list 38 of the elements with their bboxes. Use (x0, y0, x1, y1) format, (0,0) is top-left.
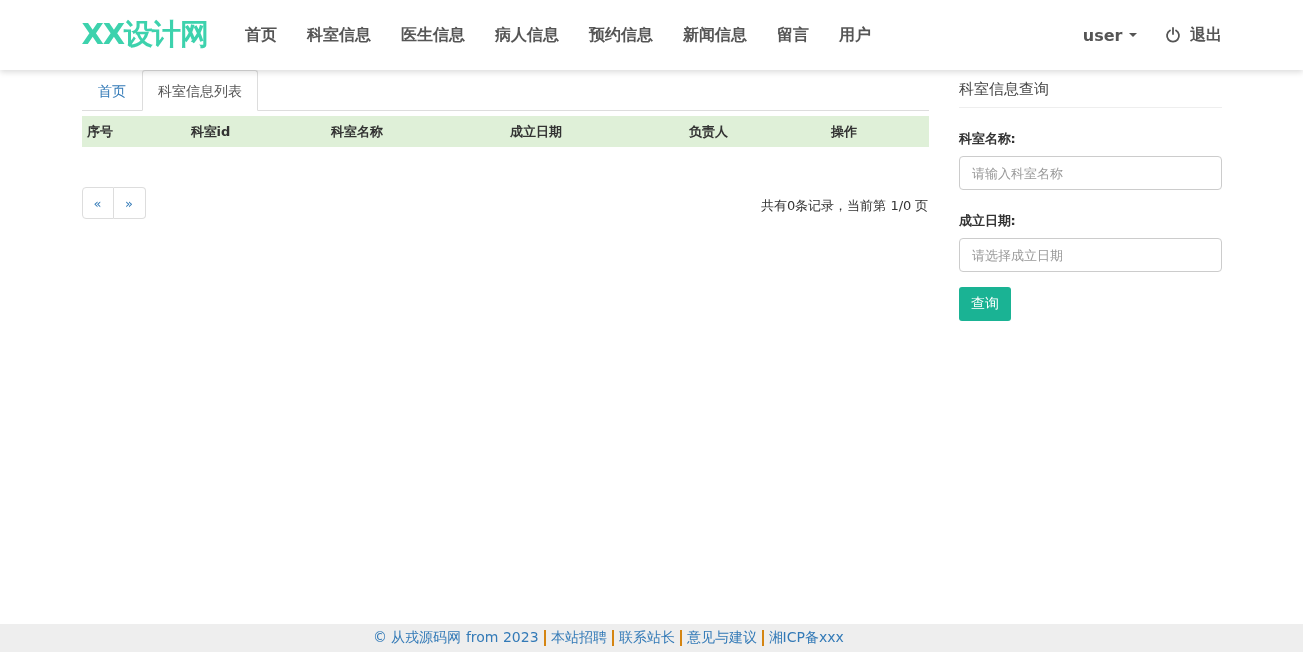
column-header: 成立日期 (509, 122, 563, 141)
separator (543, 630, 546, 646)
column-header: 科室名称 (330, 122, 384, 141)
separator (761, 630, 764, 646)
nav-link[interactable]: 首页 (230, 24, 293, 46)
footer-link[interactable]: © 从戎源码网 from 2023 (373, 629, 539, 647)
caret-icon (1128, 33, 1137, 37)
nav-link[interactable]: 用户 (824, 24, 887, 46)
footer-link[interactable]: 湘ICP备xxx (768, 629, 844, 647)
power-icon (1164, 27, 1181, 43)
user-menu[interactable]: user (1082, 25, 1137, 45)
footer-link[interactable]: 意见与建议 (686, 629, 757, 647)
tab[interactable]: 首页 (81, 70, 142, 110)
column-header: 科室id (190, 122, 232, 141)
footer-link[interactable]: 联系站长 (618, 629, 675, 647)
logout-link[interactable]: 退出 (1164, 24, 1222, 46)
column-header: 操作 (830, 122, 858, 141)
nav-link[interactable]: 留言 (762, 24, 825, 46)
record-summary: 共有0条记录，当前第 1/0 页 (761, 197, 929, 215)
previous-page-button[interactable]: « (81, 187, 114, 219)
nav-link[interactable]: 科室信息 (292, 24, 387, 46)
panel-title: 科室信息查询 (958, 80, 1222, 108)
separator (611, 630, 614, 646)
column-header: 负责人 (688, 122, 729, 141)
separator (679, 630, 682, 646)
logout-label: 退出 (1189, 24, 1222, 46)
input-field[interactable]: 请输入科室名称 (958, 156, 1222, 190)
nav-link[interactable]: 新闻信息 (668, 24, 763, 46)
field-label: 科室名称: (958, 130, 1017, 148)
nav-link[interactable]: 病人信息 (480, 24, 575, 46)
footer-link[interactable]: 本站招聘 (550, 629, 607, 647)
tab[interactable]: 科室信息列表 (141, 70, 258, 111)
input-field[interactable]: 请选择成立日期 (958, 238, 1222, 272)
nav-link[interactable]: 预约信息 (574, 24, 669, 46)
field-label: 成立日期: (958, 212, 1017, 230)
nav-link[interactable]: 医生信息 (386, 24, 481, 46)
next-page-button[interactable]: » (113, 187, 146, 219)
column-header: 序号 (86, 122, 114, 141)
